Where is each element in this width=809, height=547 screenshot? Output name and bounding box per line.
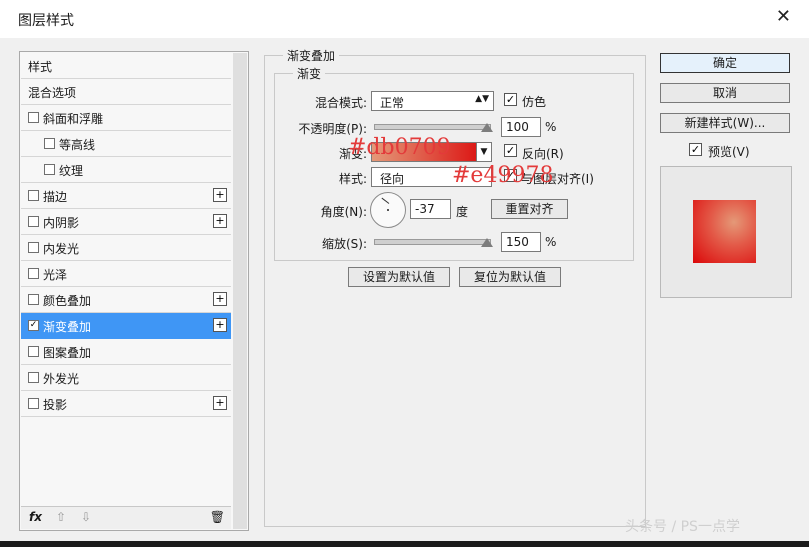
blend-mode-value: 正常 — [380, 96, 405, 110]
section-title: 渐变叠加 — [283, 47, 340, 64]
angle-unit: 度 — [456, 205, 469, 219]
trash-icon[interactable]: 🗑 — [210, 510, 225, 524]
opacity-slider[interactable] — [374, 124, 491, 130]
angle-dial-needle — [381, 197, 390, 204]
sidebar-item-checkbox[interactable] — [44, 138, 55, 149]
scale-value: 150 — [506, 235, 529, 249]
layer-style-dialog: 图层样式 ✕ 样式混合选项斜面和浮雕等高线纹理描边 + 内阴影 + 内发光光泽颜色叠加 +… — [0, 0, 809, 541]
cancel-button[interactable]: 取消 — [660, 83, 790, 103]
ok-button[interactable]: 确定 — [660, 53, 790, 73]
sidebar-item-label: 纹理 — [59, 164, 84, 178]
sidebar-item[interactable]: 颜色叠加 + — [21, 287, 231, 313]
sidebar-item-checkbox[interactable] — [28, 216, 39, 227]
sidebar-item[interactable]: 内阴影 + — [21, 209, 231, 235]
add-effect-icon[interactable]: + — [213, 396, 227, 410]
preview-box — [660, 166, 792, 298]
move-down-icon[interactable]: ⇩ — [81, 510, 91, 524]
sidebar-item-checkbox[interactable]: ✓ — [28, 320, 39, 331]
styles-panel: 样式混合选项斜面和浮雕等高线纹理描边 + 内阴影 + 内发光光泽颜色叠加 + ✓ 渐变叠加 + 图… — [19, 51, 249, 531]
chevron-updown-icon: ▲▼ — [475, 94, 489, 104]
sidebar-item-label: 光泽 — [43, 268, 68, 282]
sidebar-item[interactable]: ✓ 渐变叠加 + — [21, 313, 231, 339]
opacity-input[interactable]: 100 — [501, 117, 541, 137]
set-default-button[interactable]: 设置为默认值 — [348, 267, 450, 287]
sidebar-item-label: 描边 — [43, 190, 68, 204]
new-style-button[interactable]: 新建样式(W)... — [660, 113, 790, 133]
reverse-checkbox[interactable]: ✓ — [504, 144, 517, 157]
scrollbar[interactable] — [233, 53, 247, 529]
sidebar-item[interactable]: 斜面和浮雕 — [21, 105, 231, 131]
sidebar-item-label: 渐变叠加 — [43, 320, 92, 334]
fx-icon[interactable]: fx — [29, 510, 42, 524]
opacity-value: 100 — [506, 120, 529, 134]
color-annotation-1: #db0709 — [348, 135, 451, 160]
add-effect-icon[interactable]: + — [213, 188, 227, 202]
dither-checkbox[interactable]: ✓ — [504, 93, 517, 106]
add-effect-icon[interactable]: + — [213, 318, 227, 332]
angle-input[interactable]: -37 — [410, 199, 451, 219]
sidebar-item[interactable]: 图案叠加 — [21, 339, 231, 365]
sidebar-item-label: 投影 — [43, 398, 68, 412]
sidebar-item[interactable]: 纹理 — [21, 157, 231, 183]
sidebar-item-checkbox[interactable] — [28, 398, 39, 409]
sidebar-item-label: 颜色叠加 — [43, 294, 92, 308]
sidebar-item[interactable]: 样式 — [21, 53, 231, 79]
blend-mode-select[interactable]: 正常 ▲▼ — [371, 91, 494, 111]
sidebar-item[interactable]: 内发光 — [21, 235, 231, 261]
sidebar-item-label: 等高线 — [59, 138, 96, 152]
angle-value: -37 — [415, 202, 435, 216]
color-annotation-2: #e49978 — [452, 163, 554, 188]
scale-slider[interactable] — [374, 239, 491, 245]
opacity-unit: % — [545, 120, 557, 134]
sidebar-item-checkbox[interactable] — [28, 346, 39, 357]
sidebar-item-label: 混合选项 — [28, 86, 77, 100]
window-title: 图层样式 — [18, 13, 74, 29]
sidebar-item-checkbox[interactable] — [28, 372, 39, 383]
scale-label: 缩放(S): — [321, 237, 367, 251]
opacity-slider-thumb[interactable] — [481, 123, 493, 132]
sidebar-item-label: 内阴影 — [43, 216, 80, 230]
sidebar-item-checkbox[interactable] — [28, 242, 39, 253]
add-effect-icon[interactable]: + — [213, 292, 227, 306]
add-effect-icon[interactable]: + — [213, 214, 227, 228]
sidebar-item-checkbox[interactable] — [28, 268, 39, 279]
preview-checkbox[interactable]: ✓ — [689, 143, 702, 156]
sidebar-item[interactable]: 混合选项 — [21, 79, 231, 105]
sidebar-item-checkbox[interactable] — [44, 164, 55, 175]
sidebar-item[interactable]: 外发光 — [21, 365, 231, 391]
sidebar-item-checkbox[interactable] — [28, 294, 39, 305]
group-title: 渐变 — [293, 65, 326, 82]
sidebar-item-label: 样式 — [28, 60, 53, 74]
reset-align-button[interactable]: 重置对齐 — [491, 199, 568, 219]
gradient-dropdown-icon[interactable]: ▼ — [476, 142, 492, 162]
preview-label: 预览(V) — [708, 145, 750, 159]
blend-mode-label: 混合模式: — [314, 96, 367, 110]
scale-input[interactable]: 150 — [501, 232, 541, 252]
sidebar-item-checkbox[interactable] — [28, 112, 39, 123]
style-value: 径向 — [380, 172, 405, 186]
reverse-label: 反向(R) — [522, 147, 564, 161]
sidebar-item-label: 斜面和浮雕 — [43, 112, 104, 126]
move-up-icon[interactable]: ⇧ — [56, 510, 66, 524]
scale-unit: % — [545, 235, 557, 249]
angle-dial[interactable] — [370, 192, 406, 228]
scale-slider-thumb[interactable] — [481, 238, 493, 247]
sidebar-item[interactable]: 投影 + — [21, 391, 231, 417]
angle-label: 角度(N): — [320, 205, 367, 219]
title-bar: 图层样式 ✕ — [0, 0, 809, 38]
reset-default-button[interactable]: 复位为默认值 — [459, 267, 561, 287]
sidebar-item-label: 外发光 — [43, 372, 80, 386]
sidebar-item[interactable]: 光泽 — [21, 261, 231, 287]
sidebar-item[interactable]: 等高线 — [21, 131, 231, 157]
styles-toolbar: fx ⇧ ⇩ 🗑 — [21, 506, 231, 529]
watermark: 头条号 / PS一点学 — [625, 519, 740, 535]
close-icon[interactable]: ✕ — [776, 6, 791, 27]
preview-swatch — [693, 200, 756, 263]
style-label: 样式: — [338, 172, 367, 186]
dither-label: 仿色 — [522, 95, 547, 109]
sidebar-item-checkbox[interactable] — [28, 190, 39, 201]
sidebar-item-label: 图案叠加 — [43, 346, 92, 360]
sidebar-item[interactable]: 描边 + — [21, 183, 231, 209]
sidebar-item-label: 内发光 — [43, 242, 80, 256]
